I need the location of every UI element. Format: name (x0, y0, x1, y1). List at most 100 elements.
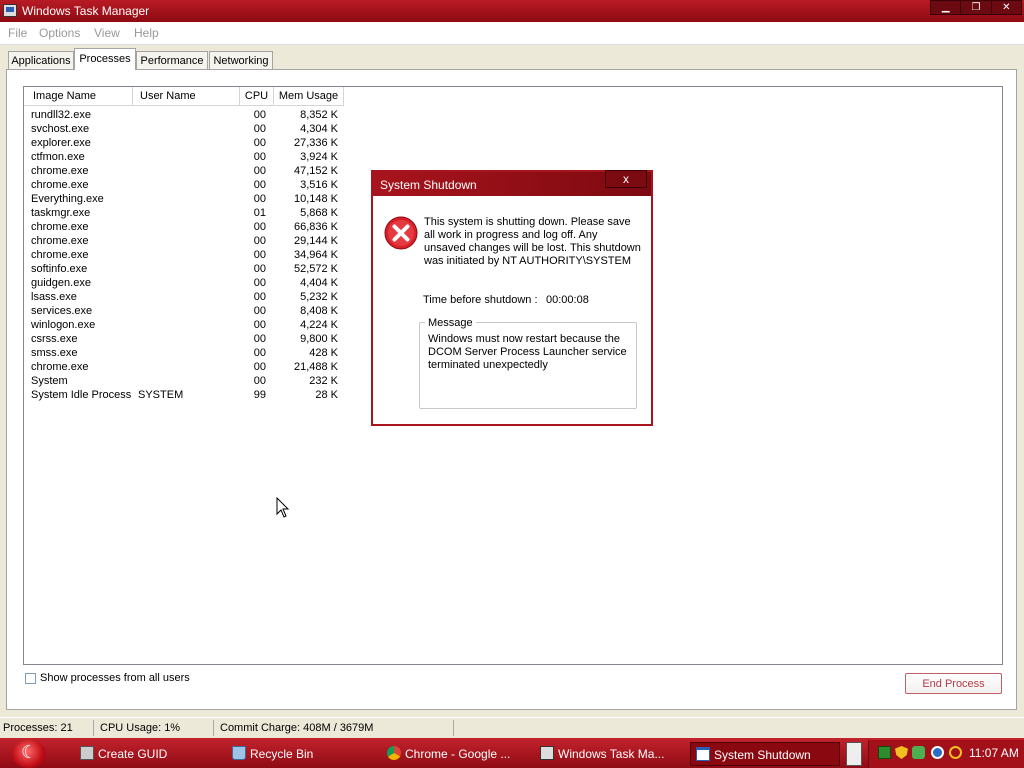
process-mem-cell: 5,868 K (300, 207, 338, 219)
maximize-button[interactable]: ❐ (961, 1, 992, 14)
table-row[interactable]: lsass.exe 00 5,232 K (24, 291, 354, 305)
status-divider (213, 720, 214, 736)
show-all-users-label: Show processes from all users (40, 672, 190, 684)
message-group-text: Windows must now restart because the DCO… (428, 333, 627, 371)
show-all-users-checkbox[interactable] (25, 673, 36, 684)
table-row[interactable]: Everything.exe 00 10,148 K (24, 193, 354, 207)
minimize-button[interactable]: ▁ (931, 1, 962, 14)
table-row[interactable]: softinfo.exe 00 52,572 K (24, 263, 354, 277)
process-mem-cell: 5,232 K (300, 291, 338, 303)
process-mem-cell: 9,800 K (300, 333, 338, 345)
process-cpu-cell: 00 (253, 123, 266, 135)
process-name-cell: softinfo.exe (31, 263, 88, 275)
table-row[interactable]: svchost.exe 00 4,304 K (24, 123, 354, 137)
process-name-cell: taskmgr.exe (31, 207, 91, 219)
taskbar-item-create-guid[interactable]: Create GUID (80, 742, 220, 766)
process-cpu-cell: 00 (253, 249, 266, 261)
process-mem-cell: 34,964 K (293, 249, 338, 261)
process-mem-cell: 52,572 K (293, 263, 338, 275)
task-manager-icon (3, 4, 17, 17)
process-mem-cell: 27,336 K (293, 137, 338, 149)
taskbar-item-recycle-bin[interactable]: Recycle Bin (232, 742, 372, 766)
table-row[interactable]: smss.exe 00 428 K (24, 347, 354, 361)
table-row[interactable]: chrome.exe 00 47,152 K (24, 165, 354, 179)
table-row[interactable]: System Idle Process SYSTEM 99 28 K (24, 389, 354, 403)
status-cpu: CPU Usage: 1% (100, 722, 181, 734)
table-row[interactable]: winlogon.exe 00 4,224 K (24, 319, 354, 333)
search-tray-icon[interactable] (931, 746, 944, 759)
keyboard-icon[interactable] (846, 742, 862, 766)
close-button[interactable]: ✕ (992, 1, 1021, 14)
column-mem-usage[interactable]: Mem Usage (274, 87, 344, 106)
process-name-cell: System (31, 375, 68, 387)
tab-processes[interactable]: Processes (74, 48, 136, 70)
process-cpu-cell: 01 (253, 207, 266, 219)
process-name-cell: smss.exe (31, 347, 78, 359)
column-cpu[interactable]: CPU (240, 87, 274, 106)
process-cpu-cell: 00 (253, 347, 266, 359)
process-cpu-cell: 00 (253, 333, 266, 345)
time-before-shutdown-value: 00:00:08 (546, 294, 589, 306)
table-row[interactable]: System 00 232 K (24, 375, 354, 389)
process-cpu-cell: 00 (253, 221, 266, 233)
table-row[interactable]: chrome.exe 00 34,964 K (24, 249, 354, 263)
table-row[interactable]: chrome.exe 00 3,516 K (24, 179, 354, 193)
table-row[interactable]: csrss.exe 00 9,800 K (24, 333, 354, 347)
magnifier-icon[interactable] (949, 746, 962, 759)
tab-networking[interactable]: Networking (209, 51, 273, 69)
process-name-cell: Everything.exe (31, 193, 104, 205)
column-image-name[interactable]: Image Name (24, 87, 133, 106)
process-name-cell: csrss.exe (31, 333, 78, 345)
tab-applications[interactable]: Applications (8, 51, 74, 69)
process-name-cell: chrome.exe (31, 235, 89, 247)
table-row[interactable]: guidgen.exe 00 4,404 K (24, 277, 354, 291)
tray-app-icon[interactable] (878, 746, 891, 759)
menu-help[interactable]: Help (134, 26, 159, 40)
table-row[interactable]: chrome.exe 00 29,144 K (24, 235, 354, 249)
menu-view[interactable]: View (94, 26, 120, 40)
dialog-close-button[interactable]: x (605, 170, 647, 188)
table-row[interactable]: rundll32.exe 00 8,352 K (24, 109, 354, 123)
error-icon (384, 216, 418, 250)
taskbar-item-system-shutdown[interactable]: System Shutdown (690, 742, 840, 766)
taskbar-item-task-manager[interactable]: Windows Task Ma... (540, 742, 690, 766)
table-row[interactable]: taskmgr.exe 01 5,868 K (24, 207, 354, 221)
dialog-title: System Shutdown (380, 178, 477, 192)
process-name-cell: chrome.exe (31, 361, 89, 373)
table-row[interactable]: explorer.exe 00 27,336 K (24, 137, 354, 151)
process-cpu-cell: 00 (253, 109, 266, 121)
start-button[interactable] (12, 740, 46, 768)
clock[interactable]: 11:07 AM (969, 746, 1019, 760)
process-cpu-cell: 00 (253, 235, 266, 247)
column-user-name[interactable]: User Name (133, 87, 240, 106)
table-row[interactable]: chrome.exe 00 21,488 K (24, 361, 354, 375)
table-row[interactable]: ctfmon.exe 00 3,924 K (24, 151, 354, 165)
process-mem-cell: 4,404 K (300, 277, 338, 289)
message-group-label: Message (425, 317, 476, 329)
process-name-cell: winlogon.exe (31, 319, 96, 331)
process-mem-cell: 47,152 K (293, 165, 338, 177)
process-mem-cell: 3,516 K (300, 179, 338, 191)
end-process-button[interactable]: End Process (905, 673, 1002, 694)
table-row[interactable]: chrome.exe 00 66,836 K (24, 221, 354, 235)
tab-performance[interactable]: Performance (136, 51, 208, 69)
status-divider (93, 720, 94, 736)
window-title-bar[interactable]: Windows Task Manager ▁ ❐ ✕ (0, 0, 1024, 22)
process-cpu-cell: 00 (253, 277, 266, 289)
process-name-cell: chrome.exe (31, 179, 89, 191)
process-cpu-cell: 00 (253, 305, 266, 317)
menu-bar: File Options View Help (0, 22, 1024, 45)
process-name-cell: explorer.exe (31, 137, 91, 149)
process-cpu-cell: 99 (253, 389, 266, 401)
menu-options[interactable]: Options (39, 26, 80, 40)
network-icon[interactable] (912, 746, 925, 759)
process-cpu-cell: 00 (253, 179, 266, 191)
process-name-cell: System Idle Process (31, 389, 132, 401)
process-name-cell: chrome.exe (31, 249, 89, 261)
table-row[interactable]: services.exe 00 8,408 K (24, 305, 354, 319)
taskbar-item-chrome[interactable]: Chrome - Google ... (387, 742, 527, 766)
menu-file[interactable]: File (8, 26, 27, 40)
process-mem-cell: 28 K (315, 389, 338, 401)
taskbar-item-label: Windows Task Ma... (558, 747, 665, 761)
process-name-cell: rundll32.exe (31, 109, 91, 121)
